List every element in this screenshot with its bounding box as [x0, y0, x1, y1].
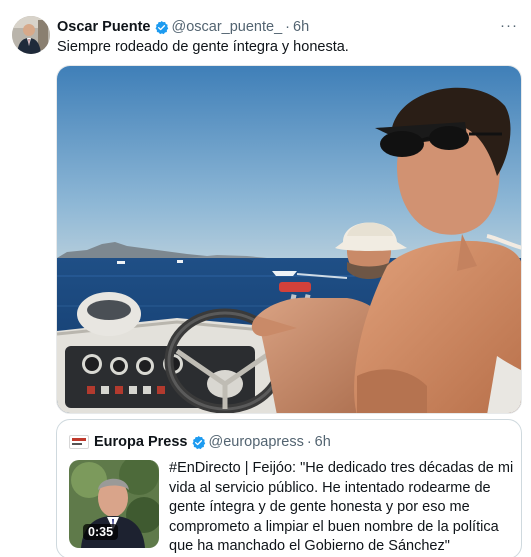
quoted-video-thumbnail[interactable]: 0:35	[69, 460, 159, 548]
quoted-tweet-text-line: #EnDirecto | Feijóo: "He dedicado tres d…	[169, 460, 514, 476]
author-handle[interactable]: @oscar_puente_	[172, 19, 283, 35]
quoted-tweet[interactable]: Europa Press @europapress · 6h 0:35 #EnD…	[56, 419, 522, 557]
separator-dot: ·	[285, 19, 290, 35]
quoted-tweet-timestamp[interactable]: 6h	[315, 434, 331, 450]
europa-press-logo-icon	[69, 435, 89, 449]
tweet: Oscar Puente @oscar_puente_ · 6h ··· Sie…	[0, 0, 531, 557]
tweet-photo[interactable]	[56, 65, 522, 414]
verified-badge-icon	[154, 20, 169, 35]
quoted-tweet-text-line: comprometo a limpiar el buen nombre de l…	[169, 518, 499, 535]
quoted-tweet-text-line: que ha manchado el Gobierno de Sánchez"	[169, 538, 450, 554]
quoted-tweet-header: Europa Press @europapress · 6h	[69, 432, 331, 452]
quoted-tweet-text-line: gente íntegra y de gente honesta y por e…	[169, 499, 470, 515]
separator-dot: ·	[306, 434, 312, 450]
video-duration-badge: 0:35	[83, 524, 119, 540]
tweet-header: Oscar Puente @oscar_puente_ · 6h	[57, 17, 309, 37]
author-display-name[interactable]: Oscar Puente	[57, 19, 151, 35]
quoted-author-handle[interactable]: @europapress	[209, 434, 304, 450]
quoted-author-display-name[interactable]: Europa Press	[94, 434, 188, 450]
verified-badge-icon	[191, 435, 206, 450]
tweet-timestamp[interactable]: 6h	[293, 19, 309, 35]
quoted-tweet-text-line: vida al servicio público. He intentado r…	[169, 479, 491, 496]
author-avatar[interactable]	[12, 16, 50, 54]
quoted-tweet-text: #EnDirecto | Feijóo: "He dedicado tres d…	[169, 459, 514, 557]
more-options-icon[interactable]: ···	[497, 13, 521, 37]
tweet-text: Siempre rodeado de gente íntegra y hones…	[57, 39, 349, 55]
